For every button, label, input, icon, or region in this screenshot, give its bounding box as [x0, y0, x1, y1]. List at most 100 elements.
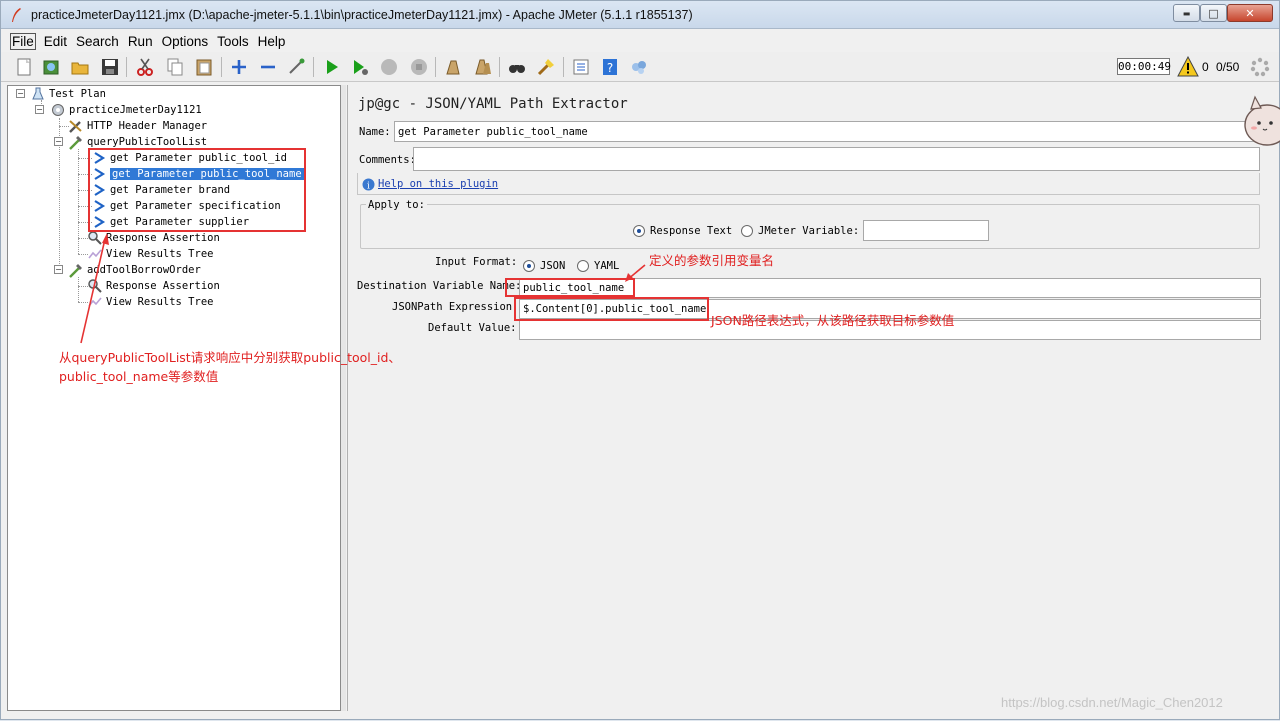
tree-label: View Results Tree — [106, 296, 214, 308]
panel-title: jp@gc - JSON/YAML Path Extractor — [358, 96, 628, 112]
minimize-button[interactable]: ▬ — [1173, 4, 1200, 22]
watermark: https://blog.csdn.net/Magic_Chen2012 — [1001, 695, 1223, 710]
tree-item-results2[interactable]: View Results Tree — [87, 294, 213, 310]
reset-search-icon[interactable] — [535, 56, 557, 78]
json-radio[interactable] — [523, 260, 535, 272]
jmeter-window: practiceJmeterDay1121.jmx (D:\apache-jme… — [0, 0, 1280, 720]
open-icon[interactable] — [69, 56, 91, 78]
window-title: practiceJmeterDay1121.jmx (D:\apache-jme… — [31, 8, 693, 22]
jmeter-variable-label: JMeter Variable: — [758, 225, 860, 237]
tree-label: Test Plan — [49, 88, 106, 100]
svg-text:i: i — [367, 182, 370, 192]
tree-item-sampler2[interactable]: addToolBorrowOrder — [68, 262, 201, 278]
active-threads: 0/50 — [1216, 60, 1240, 74]
clear-icon[interactable] — [442, 56, 464, 78]
tree-label: addToolBorrowOrder — [87, 264, 201, 276]
response-text-radio[interactable] — [633, 225, 645, 237]
help-link[interactable]: Help on this plugin — [378, 178, 498, 190]
title-bar: practiceJmeterDay1121.jmx (D:\apache-jme… — [1, 1, 1279, 29]
input-format-label: Input Format: — [435, 256, 518, 268]
toggle-icon[interactable] — [286, 56, 308, 78]
templates-icon[interactable] — [40, 56, 62, 78]
menu-edit[interactable]: Edit — [43, 34, 68, 49]
minimize-icon: ▬ — [1182, 8, 1191, 18]
comments-field[interactable] — [413, 147, 1260, 171]
start-no-pause-icon[interactable] — [349, 56, 371, 78]
pane-splitter[interactable] — [341, 85, 346, 711]
tree-item-test-plan[interactable]: Test Plan — [30, 86, 106, 102]
menu-bar: File Edit Search Run Options Tools Help — [1, 30, 1279, 52]
clear-all-icon[interactable] — [472, 56, 494, 78]
toolbar: ? 00:00:49 0 0/50 — [1, 52, 1279, 82]
expand-icon[interactable] — [228, 56, 250, 78]
tree-label: practiceJmeterDay1121 — [69, 104, 202, 116]
tree-item-assertion1[interactable]: Response Assertion — [87, 230, 220, 246]
magnifier-icon — [87, 230, 103, 246]
collapse-icon[interactable] — [257, 56, 279, 78]
close-button[interactable]: ✕ — [1227, 4, 1273, 22]
function-helper-icon[interactable] — [570, 56, 592, 78]
tree-toggle-test-plan[interactable]: − — [16, 89, 25, 98]
tree-toggle-sampler1[interactable]: − — [54, 137, 63, 146]
search-icon[interactable] — [506, 56, 528, 78]
tree-item-results1[interactable]: View Results Tree — [87, 246, 213, 262]
start-icon[interactable] — [321, 56, 343, 78]
help-icon[interactable]: ? — [599, 56, 621, 78]
menu-options[interactable]: Options — [161, 34, 210, 49]
extractors-highlight-box — [88, 148, 306, 232]
new-icon[interactable] — [13, 56, 35, 78]
menu-search[interactable]: Search — [75, 34, 120, 49]
magnifier-icon — [87, 278, 103, 294]
elapsed-timer: 00:00:49 — [1117, 58, 1171, 75]
tree-label: View Results Tree — [106, 248, 214, 260]
dest-var-highlight-box — [505, 278, 635, 297]
jmeter-variable-field[interactable] — [863, 220, 989, 241]
json-label: JSON — [540, 260, 566, 272]
tree-annotation-line2: public_tool_name等参数值 — [59, 369, 219, 384]
warning-icon[interactable] — [1177, 56, 1199, 77]
test-plan-icon — [30, 86, 46, 102]
name-label: Name: — [359, 126, 391, 138]
results-tree-icon — [87, 294, 103, 310]
dest-var-label: Destination Variable Name: — [357, 280, 522, 292]
shutdown-icon[interactable] — [408, 56, 430, 78]
tree-item-header-manager[interactable]: HTTP Header Manager — [68, 118, 207, 134]
name-field[interactable]: get Parameter public_tool_name — [394, 121, 1261, 142]
save-icon[interactable] — [99, 56, 121, 78]
warning-count: 0 — [1202, 60, 1209, 74]
menu-tools[interactable]: Tools — [216, 34, 250, 49]
jmeter-feather-icon — [12, 8, 21, 22]
jmeter-variable-radio[interactable] — [741, 225, 753, 237]
stop-icon[interactable] — [378, 56, 400, 78]
paste-icon[interactable] — [193, 56, 215, 78]
menu-run[interactable]: Run — [127, 34, 154, 49]
tree-label: Response Assertion — [106, 280, 220, 292]
cat-mascot-icon — [1244, 95, 1280, 146]
maximize-icon: □ — [1208, 6, 1219, 20]
info-icon: i — [362, 178, 375, 191]
menu-help[interactable]: Help — [257, 34, 287, 49]
apply-to-label: Apply to: — [366, 199, 427, 211]
jsonpath-highlight-box — [514, 297, 709, 321]
sampler-pipette-icon — [68, 134, 84, 150]
comments-label: Comments: — [359, 154, 416, 166]
cut-icon[interactable] — [134, 56, 156, 78]
sampler-pipette-icon — [68, 262, 84, 278]
tree-item-assertion2[interactable]: Response Assertion — [87, 278, 220, 294]
thread-status-icon — [1250, 57, 1270, 77]
menu-file[interactable]: File — [10, 32, 36, 50]
yaml-radio[interactable] — [577, 260, 589, 272]
results-tree-icon — [87, 246, 103, 262]
tree-item-thread-group[interactable]: practiceJmeterDay1121 — [50, 102, 202, 118]
tree-toggle-thread-group[interactable]: − — [35, 105, 44, 114]
jsonpath-label: JSONPath Expression: — [392, 301, 519, 313]
remote-icon[interactable] — [628, 56, 650, 78]
tree-label: HTTP Header Manager — [87, 120, 208, 132]
default-value-label: Default Value: — [428, 322, 517, 334]
copy-icon[interactable] — [164, 56, 186, 78]
close-icon: ✕ — [1245, 6, 1255, 20]
yaml-label: YAML — [594, 260, 620, 272]
thread-group-icon — [50, 102, 66, 118]
tree-toggle-sampler2[interactable]: − — [54, 265, 63, 274]
maximize-button[interactable]: □ — [1200, 4, 1227, 22]
